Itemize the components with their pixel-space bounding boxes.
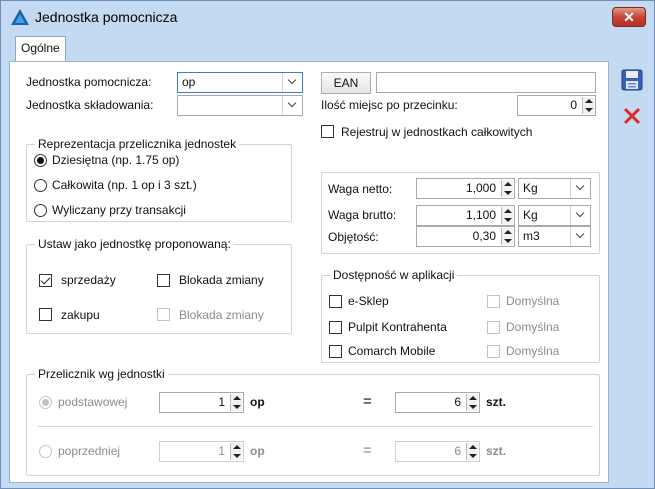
weight-net-label: Waga netto:: [328, 182, 393, 196]
volume-stepper[interactable]: 0,30: [416, 226, 515, 247]
radio-calculated[interactable]: [34, 204, 47, 217]
unit-aux-combo[interactable]: op: [177, 72, 303, 93]
radio-previous-unit[interactable]: [39, 445, 52, 458]
dialog-window: Jednostka pomocnicza ✕ Ogólne Jednostka …: [0, 0, 655, 489]
cancel-button[interactable]: [621, 105, 643, 127]
converter-title: Przelicznik wg jednostki: [35, 367, 168, 381]
volume-unit-combo[interactable]: m3: [518, 226, 591, 247]
radio-calculated-label: Wyliczany przy transakcji: [52, 203, 186, 217]
side-toolbar: [615, 61, 651, 141]
register-whole-label: Rejestruj w jednostkach całkowitych: [341, 125, 533, 139]
block-change-sales-label: Blokada zmiany: [179, 273, 264, 287]
basic-equals: =: [363, 393, 372, 410]
block-change-purchase-checkbox[interactable]: [157, 308, 170, 321]
decimals-stepper[interactable]: 0: [517, 95, 596, 116]
comarch-mobile-default-checkbox[interactable]: [487, 345, 500, 358]
chevron-down-icon[interactable]: [570, 206, 590, 225]
previous-unit-label: op: [250, 444, 265, 458]
client-desk-checkbox[interactable]: [329, 321, 342, 334]
eshop-checkbox[interactable]: [329, 295, 342, 308]
basic-target-qty-stepper[interactable]: 6: [395, 392, 480, 413]
purchase-checkbox[interactable]: [39, 308, 52, 321]
client-desk-default-checkbox[interactable]: [487, 321, 500, 334]
sales-label: sprzedaży: [61, 273, 116, 287]
block-change-purchase-label: Blokada zmiany: [179, 308, 264, 322]
proposed-unit-title: Ustaw jako jednostkę proponowaną:: [35, 237, 234, 251]
window-close-button[interactable]: ✕: [612, 7, 646, 27]
radio-basic-unit-label: podstawowej: [58, 395, 128, 409]
comarch-mobile-checkbox[interactable]: [329, 345, 342, 358]
client-desk-label: Pulpit Kontrahenta: [348, 320, 447, 334]
converter-group: Przelicznik wg jednostki: [26, 367, 600, 476]
tab-ogolne[interactable]: Ogólne: [15, 36, 66, 61]
purchase-label: zakupu: [61, 308, 100, 322]
availability-title: Dostępność w aplikacji: [330, 268, 458, 282]
client-desk-default-label: Domyślna: [506, 320, 560, 334]
weight-gross-stepper[interactable]: 1,100: [416, 205, 515, 226]
representation-title: Reprezentacja przelicznika jednostek: [35, 137, 240, 151]
radio-decimal[interactable]: [34, 154, 47, 167]
spin-arrows-icon[interactable]: [501, 207, 513, 224]
spin-arrows-icon[interactable]: [466, 394, 478, 411]
title-bar: Jednostka pomocnicza ✕: [1, 1, 654, 33]
eshop-label: e-Sklep: [348, 294, 389, 308]
weight-net-unit-combo[interactable]: Kg: [518, 178, 591, 199]
ean-button[interactable]: EAN: [321, 72, 371, 94]
radio-integer[interactable]: [34, 179, 47, 192]
general-tab-panel: Jednostka pomocnicza: op Jednostka skład…: [9, 61, 609, 483]
window-title: Jednostka pomocnicza: [35, 9, 178, 25]
spin-arrows-icon[interactable]: [501, 180, 513, 197]
chevron-down-icon[interactable]: [570, 179, 590, 198]
eshop-default-label: Domyślna: [506, 294, 560, 308]
basic-target-unit-label: szt.: [486, 395, 507, 409]
weight-net-stepper[interactable]: 1,000: [416, 178, 515, 199]
previous-target-qty-stepper[interactable]: 6: [395, 441, 480, 462]
save-button[interactable]: [621, 69, 643, 91]
chevron-down-icon[interactable]: [282, 73, 302, 92]
basic-qty-stepper[interactable]: 1: [159, 392, 244, 413]
previous-target-unit-label: szt.: [486, 444, 507, 458]
app-logo-icon: [11, 9, 29, 25]
chevron-down-icon[interactable]: [282, 96, 302, 115]
spin-arrows-icon[interactable]: [230, 394, 242, 411]
tab-strip: Ogólne: [8, 33, 649, 63]
previous-equals: =: [363, 442, 372, 459]
block-change-sales-checkbox[interactable]: [157, 274, 170, 287]
ean-input[interactable]: [376, 72, 596, 93]
basic-unit-label: op: [250, 395, 265, 409]
spin-arrows-icon[interactable]: [501, 228, 513, 245]
weight-gross-unit-combo[interactable]: Kg: [518, 205, 591, 226]
spin-arrows-icon[interactable]: [582, 97, 594, 114]
chevron-down-icon[interactable]: [570, 227, 590, 246]
spin-arrows-icon[interactable]: [466, 443, 478, 460]
unit-aux-label: Jednostka pomocnicza:: [26, 75, 152, 89]
radio-integer-label: Całkowita (np. 1 op i 3 szt.): [52, 178, 197, 192]
weight-gross-label: Waga brutto:: [328, 208, 397, 222]
eshop-default-checkbox[interactable]: [487, 295, 500, 308]
radio-decimal-label: Dziesiętna (np. 1.75 op): [52, 153, 180, 167]
radio-previous-unit-label: poprzedniej: [58, 444, 121, 458]
unit-storage-label: Jednostka składowania:: [26, 98, 154, 112]
converter-divider: [38, 426, 593, 427]
previous-qty-stepper[interactable]: 1: [159, 441, 244, 462]
register-whole-checkbox[interactable]: [321, 125, 334, 138]
sales-checkbox[interactable]: [39, 274, 52, 287]
spin-arrows-icon[interactable]: [230, 443, 242, 460]
decimals-label: Ilość miejsc po przecinku:: [321, 98, 458, 112]
volume-label: Objętość:: [328, 230, 379, 244]
comarch-mobile-label: Comarch Mobile: [348, 344, 436, 358]
radio-basic-unit[interactable]: [39, 396, 52, 409]
unit-storage-combo[interactable]: [177, 95, 303, 116]
comarch-mobile-default-label: Domyślna: [506, 344, 560, 358]
